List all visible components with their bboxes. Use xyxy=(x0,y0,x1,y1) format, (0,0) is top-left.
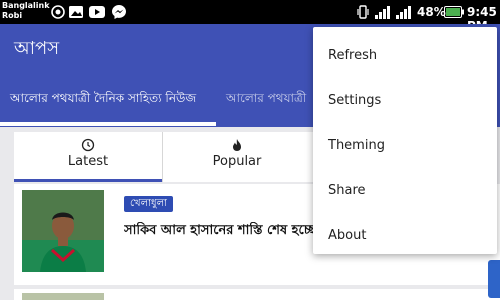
category-badge[interactable]: খেলাধুলা xyxy=(124,196,173,212)
battery-percent: 48% xyxy=(417,5,446,19)
segment-underline xyxy=(14,179,162,182)
tab-alor-pothojatri[interactable]: আলোর পথযাত্রী xyxy=(226,90,306,106)
menu-item-refresh[interactable]: Refresh xyxy=(313,33,497,78)
vibrate-icon xyxy=(357,5,369,19)
tab-latest-label: Latest xyxy=(67,154,109,169)
flame-icon xyxy=(233,139,241,151)
news-card-2[interactable] xyxy=(14,289,500,300)
article-thumbnail xyxy=(22,190,104,272)
tab-popular-label: Popular xyxy=(212,154,262,169)
tab-indicator xyxy=(0,122,216,126)
youtube-icon xyxy=(89,6,105,18)
gallery-icon xyxy=(69,6,83,18)
notification-icon xyxy=(51,5,65,19)
carrier-line-1: Banglalink xyxy=(2,1,50,10)
player-photo-image xyxy=(22,190,104,272)
clock-icon xyxy=(81,138,95,152)
app-title: আপস xyxy=(14,38,60,59)
menu-item-settings[interactable]: Settings xyxy=(313,78,497,123)
carrier-label: Banglalink Robi xyxy=(2,1,50,21)
menu-item-share[interactable]: Share xyxy=(313,168,497,213)
article-headline[interactable]: সাকিব আল হাসানের শাস্তি শেষ হচ্ছে xyxy=(124,222,314,240)
status-bar: Banglalink Robi 48% 9:45 PM xyxy=(0,0,500,33)
tab-popular[interactable]: Popular xyxy=(163,132,311,182)
tab-latest[interactable]: Latest xyxy=(14,132,162,182)
tab-sahitya-news[interactable]: আলোর পথযাত্রী দৈনিক সাহিত্য নিউজ xyxy=(10,90,196,106)
battery-icon xyxy=(444,6,464,18)
overflow-menu: Refresh Settings Theming Share About xyxy=(313,27,497,254)
menu-item-theming[interactable]: Theming xyxy=(313,123,497,168)
signal-icon xyxy=(375,6,390,19)
menu-item-about[interactable]: About xyxy=(313,213,497,258)
signal-icon-2 xyxy=(396,6,411,19)
messenger-icon xyxy=(112,5,126,19)
floating-button-edge[interactable] xyxy=(488,260,500,298)
carrier-line-2: Robi xyxy=(2,11,23,20)
article-thumbnail-2 xyxy=(22,293,104,300)
